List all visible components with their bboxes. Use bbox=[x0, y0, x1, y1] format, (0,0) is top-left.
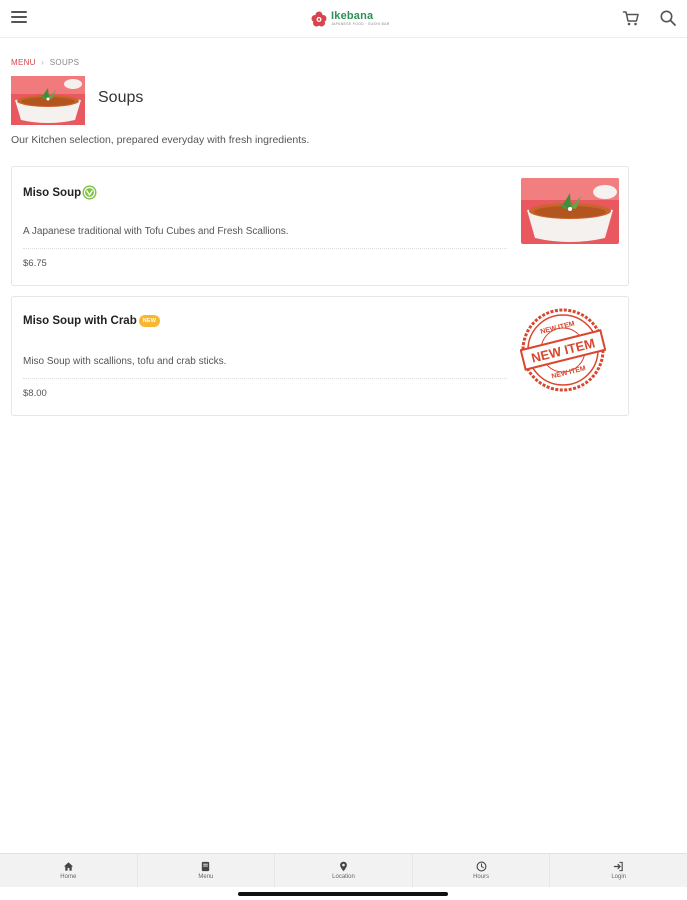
tab-hours[interactable]: Hours bbox=[413, 854, 551, 887]
item-divider bbox=[23, 248, 507, 249]
hamburger-icon-line bbox=[11, 21, 27, 23]
item-name-row: Miso Soup bbox=[23, 185, 97, 200]
item-image bbox=[521, 178, 619, 244]
top-bar: Ikebana JAPANESE FOOD · SUSHI BAR bbox=[0, 0, 687, 38]
category-thumbnail bbox=[11, 76, 85, 125]
location-pin-icon bbox=[340, 861, 347, 872]
tab-label: Menu bbox=[198, 874, 214, 880]
brand-logo[interactable]: Ikebana JAPANESE FOOD · SUSHI BAR bbox=[309, 8, 390, 30]
clock-icon bbox=[476, 861, 487, 872]
category-description: Our Kitchen selection, prepared everyday… bbox=[11, 134, 310, 146]
item-name: Miso Soup bbox=[23, 186, 82, 199]
breadcrumb: MENU › SOUPS bbox=[11, 58, 79, 67]
tab-label: Hours bbox=[473, 874, 490, 880]
menu-item-card[interactable]: Miso Soup with Crab NEW Miso Soup with s… bbox=[11, 296, 629, 416]
tab-label: Location bbox=[332, 874, 355, 880]
hamburger-icon-line bbox=[11, 11, 27, 13]
tab-label: Login bbox=[611, 874, 627, 880]
item-price: $8.00 bbox=[23, 388, 47, 399]
home-indicator[interactable] bbox=[238, 892, 448, 896]
flower-logo-icon bbox=[311, 11, 327, 27]
new-item-stamp-image: NEW ITEM NEW ITEM NEW ITEM bbox=[519, 307, 607, 393]
bottom-tab-bar: Home Menu Location Hours Login bbox=[0, 853, 687, 887]
menu-item-card[interactable]: Miso Soup A Japanese traditional with To… bbox=[11, 166, 629, 286]
search-button[interactable] bbox=[659, 9, 677, 27]
tab-location[interactable]: Location bbox=[275, 854, 413, 887]
item-description: A Japanese traditional with Tofu Cubes a… bbox=[23, 226, 289, 237]
cart-icon bbox=[622, 11, 639, 26]
breadcrumb-separator: › bbox=[41, 58, 45, 67]
tab-home[interactable]: Home bbox=[0, 854, 138, 887]
cart-button[interactable] bbox=[622, 9, 640, 27]
brand-name: Ikebana bbox=[331, 10, 374, 23]
item-divider bbox=[23, 378, 507, 379]
breadcrumb-menu-link[interactable]: MENU bbox=[11, 58, 36, 67]
vegetarian-badge-icon bbox=[82, 185, 97, 200]
soup-bowl-image bbox=[521, 178, 619, 244]
item-name-row: Miso Soup with Crab NEW bbox=[23, 315, 161, 327]
hamburger-icon-line bbox=[11, 16, 27, 18]
new-badge: NEW bbox=[138, 315, 161, 327]
tab-menu[interactable]: Menu bbox=[138, 854, 276, 887]
hamburger-menu-button[interactable] bbox=[11, 11, 27, 25]
login-icon bbox=[613, 861, 623, 872]
item-name: Miso Soup with Crab bbox=[23, 315, 137, 327]
soup-bowl-image bbox=[11, 76, 85, 125]
tab-label: Home bbox=[60, 874, 77, 880]
new-item-stamp-icon: NEW ITEM NEW ITEM NEW ITEM bbox=[519, 308, 607, 392]
home-icon bbox=[63, 862, 73, 871]
tab-login[interactable]: Login bbox=[550, 854, 687, 887]
book-icon bbox=[202, 861, 210, 872]
search-icon bbox=[660, 10, 676, 26]
brand-tagline: JAPANESE FOOD · SUSHI BAR bbox=[331, 22, 390, 27]
breadcrumb-current: SOUPS bbox=[49, 58, 80, 67]
item-price: $6.75 bbox=[23, 258, 47, 269]
item-description: Miso Soup with scallions, tofu and crab … bbox=[23, 356, 227, 367]
category-title: Soups bbox=[98, 89, 144, 106]
